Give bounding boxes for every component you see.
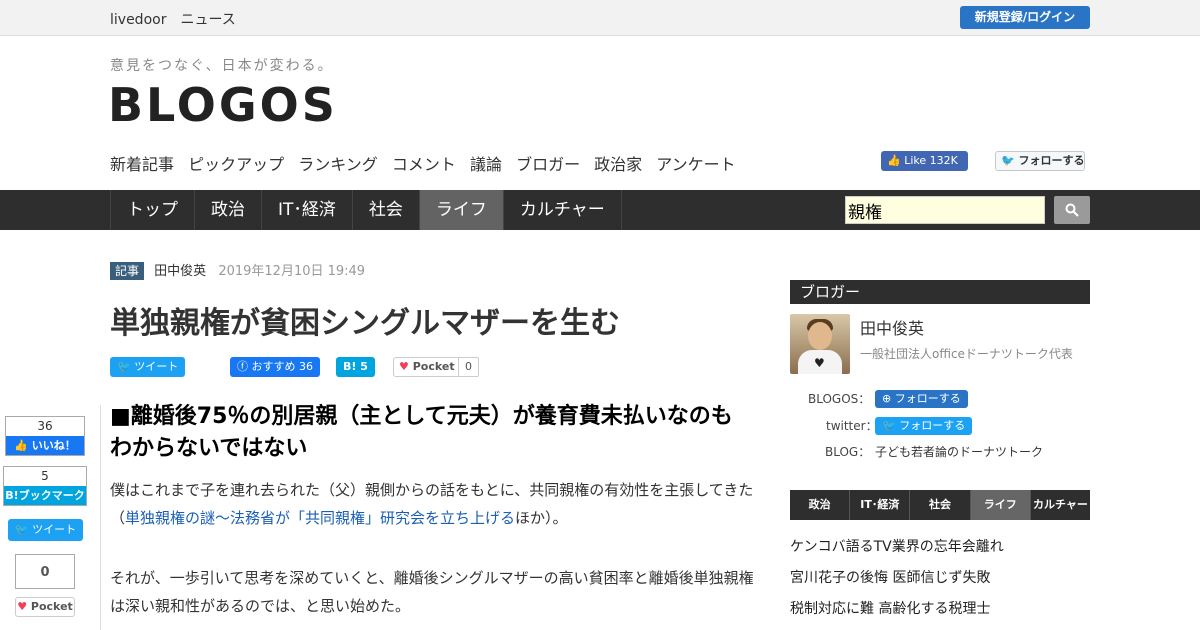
side-hb-count: 5 (41, 469, 49, 483)
blogger-twitter-follow-button[interactable]: 🐦 フォローする (875, 417, 973, 435)
subnav-item-survey[interactable]: アンケート (656, 155, 735, 174)
side-fb-label: 👍 いいね！ (6, 436, 84, 455)
ranking-item-1[interactable]: ケンコバ語るTV業界の忘年会離れ (790, 536, 1004, 556)
nav-tab-it-economy[interactable]: IT･経済 (262, 190, 353, 230)
thumbs-up-icon: 👍 (887, 154, 901, 167)
article-section-heading: ■離婚後75％の別居親（主として元夫）が養育費未払いなのもわからないではない (110, 404, 733, 461)
search-button[interactable] (1054, 196, 1090, 224)
plus-icon: ⊕ (882, 392, 892, 405)
nav-tab-top[interactable]: トップ (110, 190, 195, 230)
ranking-item-2[interactable]: 宮川花子の後悔 医師信じず失敗 (790, 567, 990, 587)
search-input[interactable] (845, 196, 1045, 224)
subnav-item-pickup[interactable]: ピックアップ (188, 155, 284, 174)
subnav-item-comment[interactable]: コメント (392, 155, 456, 174)
side-hatena-bookmark-button[interactable]: 5 B!ブックマーク (3, 466, 87, 506)
nav-tab-society[interactable]: 社会 (353, 190, 420, 230)
twitter-follow-label: twitter： (826, 419, 878, 433)
sub-navigation: 新着記事 ピックアップ ランキング コメント 議論 ブロガー 政治家 アンケート (110, 151, 745, 175)
article-date: 2019年12月10日 19:49 (218, 264, 366, 279)
hatena-count: 5 (360, 360, 368, 373)
tweet-button[interactable]: 🐦 ツイート (110, 357, 186, 377)
tw-follow-label: フォローする (1018, 154, 1085, 167)
subnav-item-debate[interactable]: 議論 (470, 155, 502, 174)
nav-tab-politics[interactable]: 政治 (195, 190, 262, 230)
blogger-blog-link[interactable]: 子ども若者論のドーナツトーク (875, 443, 1043, 460)
fb-recommend-count: 36 (299, 360, 313, 373)
pocket-count: 0 (458, 357, 479, 377)
twitter-bird-icon: 🐦 (882, 419, 896, 432)
blogos-logo[interactable]: BLOGOS (108, 78, 338, 132)
tweet-label: ツイート (134, 360, 179, 373)
subnav-item-new[interactable]: 新着記事 (110, 155, 174, 174)
signup-login-button[interactable]: 新規登録/ログイン (960, 6, 1090, 29)
fb-recommend-label: おすすめ (251, 360, 296, 373)
sidebar-blogger-heading: ブロガー (790, 280, 1090, 304)
blogger-name-link[interactable]: 田中俊英 (860, 315, 924, 339)
p1-text-after: ほか）。 (515, 509, 568, 527)
article-meta: 記事 田中俊英 2019年12月10日 19:49 (110, 260, 366, 280)
hatena-bookmark-button[interactable]: B! 5 (336, 357, 375, 377)
top-bar: livedoor ニュース 新規登録/ログイン (0, 0, 1200, 36)
side-tab-life[interactable]: ライフ (970, 490, 1031, 520)
blogos-follow-text: フォローする (894, 392, 961, 405)
facebook-recommend-button[interactable]: ⓕ おすすめ 36 (230, 357, 320, 377)
nav-tab-culture[interactable]: カルチャー (504, 190, 622, 230)
pocket-button[interactable]: ♥ Pocket (393, 357, 461, 377)
side-hb-label: B!ブックマーク (4, 486, 86, 505)
side-tweet-button[interactable]: 🐦 ツイート (8, 519, 83, 541)
subnav-item-blogger[interactable]: ブロガー (516, 155, 580, 174)
ranking-item-3[interactable]: 税制対応に難 高齢化する税理士 (790, 598, 990, 618)
subnav-item-politician[interactable]: 政治家 (594, 155, 642, 174)
blogger-avatar[interactable]: ♥ (790, 314, 850, 374)
twitter-bird-icon: 🐦 (117, 360, 131, 373)
side-tab-politics[interactable]: 政治 (790, 490, 851, 520)
content-divider (100, 405, 101, 630)
facebook-icon: ⓕ (237, 360, 248, 373)
fb-like-label: Like (904, 154, 927, 167)
nav-tab-life[interactable]: ライフ (419, 190, 504, 230)
livedoor-brand-link[interactable]: livedoor ニュース (110, 9, 236, 29)
blogger-organization: 一般社団法人officeドーナツトーク代表 (860, 347, 1073, 361)
article-paragraph-2: それが、一歩引いて思考を深めていくと、離婚後シングルマザーの高い貧困率と離婚後単… (110, 569, 754, 615)
twitter-follow-button[interactable]: 🐦 フォローする (995, 151, 1085, 171)
search-icon (1065, 203, 1079, 217)
fb-like-count: 132K (929, 154, 958, 167)
article-title: 単独親権が貧困シングルマザーを生む (110, 306, 620, 341)
side-pocket-count: 0 (15, 554, 75, 589)
site-tagline: 意見をつなぐ、日本が変わる。 (110, 58, 334, 74)
side-fb-label-text: いいね！ (31, 439, 76, 452)
side-tab-culture[interactable]: カルチャー (1031, 490, 1090, 520)
pocket-icon: ♥ (399, 360, 409, 373)
related-article-link[interactable]: 単独親権の謎～法務省が「共同親権」研究会を立ち上げる (125, 509, 515, 527)
side-pocket-label: Pocket (30, 600, 73, 613)
side-tab-it-economy[interactable]: IT･経済 (850, 490, 911, 520)
side-facebook-like-button[interactable]: 36 👍 いいね！ (5, 416, 85, 456)
article-type-badge: 記事 (110, 262, 145, 280)
side-tweet-label: ツイート (32, 523, 77, 536)
twitter-bird-icon: 🐦 (1001, 154, 1015, 167)
subnav-item-ranking[interactable]: ランキング (298, 155, 378, 174)
article-paragraph-1: 僕はこれまで子を連れ去られた（父）親側からの話をもとに、共同親権の有効性を主張し… (110, 476, 760, 532)
blogos-follow-label: BLOGOS： (808, 392, 871, 406)
thumbs-up-icon: 👍 (14, 439, 28, 452)
pocket-label: Pocket (412, 360, 455, 373)
article-author-link[interactable]: 田中俊英 (154, 264, 206, 279)
side-pocket-button[interactable]: ♥ Pocket (15, 597, 75, 617)
side-fb-count: 36 (37, 419, 53, 433)
blog-label: BLOG： (825, 445, 871, 459)
sidebar-category-tabs: 政治 IT･経済 社会 ライフ カルチャー (790, 490, 1090, 520)
hatena-label: B! (343, 360, 357, 373)
twitter-bird-icon: 🐦 (14, 523, 29, 536)
side-tab-society[interactable]: 社会 (910, 490, 971, 520)
twitter-follow-text: フォローする (899, 419, 966, 432)
blogos-follow-button[interactable]: ⊕ フォローする (875, 390, 968, 408)
pocket-icon: ♥ (17, 600, 28, 613)
facebook-like-button[interactable]: 👍 Like 132K (881, 151, 968, 171)
